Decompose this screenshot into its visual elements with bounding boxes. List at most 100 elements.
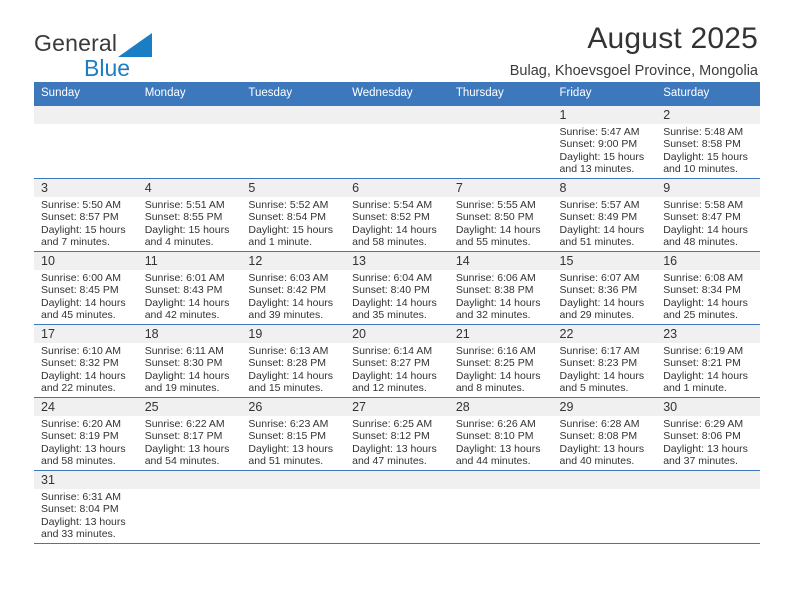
day-number — [448, 470, 553, 489]
day-detail-daylight-1: Daylight: 13 hours — [41, 515, 126, 528]
day-details: Sunrise: 6:19 AM Sunset: 8:21 PM Daylight:… — [656, 343, 760, 395]
calendar-day-cell[interactable]: 24 Sunrise: 6:20 AM Sunset: 8:19 PM Dayligh… — [34, 397, 138, 471]
day-details — [34, 124, 138, 126]
day-cell-content: 27 Sunrise: 6:25 AM Sunset: 8:12 PM Dayligh… — [345, 397, 449, 470]
calendar-day-cell[interactable]: 8 Sunrise: 5:57 AM Sunset: 8:49 PM Daylight… — [552, 178, 657, 252]
day-detail-sunrise: Sunrise: 5:50 AM — [41, 198, 121, 211]
day-cell-content — [241, 470, 346, 543]
calendar-day-cell[interactable]: 29 Sunrise: 6:28 AM Sunset: 8:08 PM Dayligh… — [552, 397, 657, 471]
day-detail-sunrise: Sunrise: 5:57 AM — [559, 198, 640, 211]
calendar-day-cell[interactable] — [448, 470, 553, 544]
calendar-day-cell[interactable]: 28 Sunrise: 6:26 AM Sunset: 8:10 PM Dayligh… — [448, 397, 553, 471]
day-cell-content — [345, 105, 449, 178]
calendar-day-cell[interactable] — [137, 105, 242, 179]
day-cell-content — [448, 105, 553, 178]
calendar-day-cell[interactable]: 14 Sunrise: 6:06 AM Sunset: 8:38 PM Dayligh… — [448, 251, 553, 325]
day-detail-daylight-1: Daylight: 14 hours — [144, 296, 230, 309]
day-details: Sunrise: 5:47 AM Sunset: 9:00 PM Daylight:… — [553, 124, 657, 176]
day-detail-sunset: Sunset: 8:47 PM — [663, 211, 741, 224]
day-detail-sunset: Sunset: 8:55 PM — [144, 211, 223, 224]
day-number: 20 — [345, 324, 449, 343]
calendar-day-cell[interactable]: 16 Sunrise: 6:08 AM Sunset: 8:34 PM Dayligh… — [656, 251, 760, 325]
calendar-day-cell[interactable]: 9 Sunrise: 5:58 AM Sunset: 8:47 PM Daylight… — [656, 178, 760, 252]
calendar-day-cell[interactable]: 21 Sunrise: 6:16 AM Sunset: 8:25 PM Dayligh… — [448, 324, 553, 398]
day-detail-sunrise: Sunrise: 6:23 AM — [248, 417, 329, 430]
calendar-day-cell[interactable] — [345, 470, 449, 544]
calendar-day-cell[interactable]: 5 Sunrise: 5:52 AM Sunset: 8:54 PM Daylight… — [241, 178, 346, 252]
day-detail-sunrise: Sunrise: 6:01 AM — [144, 271, 225, 284]
calendar-day-cell[interactable] — [552, 470, 657, 544]
day-details: Sunrise: 6:14 AM Sunset: 8:27 PM Daylight:… — [345, 343, 449, 395]
calendar-day-cell[interactable]: 18 Sunrise: 6:11 AM Sunset: 8:30 PM Dayligh… — [137, 324, 242, 398]
calendar-day-cell[interactable]: 25 Sunrise: 6:22 AM Sunset: 8:17 PM Dayligh… — [137, 397, 242, 471]
calendar-day-cell[interactable]: 1 Sunrise: 5:47 AM Sunset: 9:00 PM Daylight… — [552, 105, 657, 179]
calendar-day-cell[interactable]: 12 Sunrise: 6:03 AM Sunset: 8:42 PM Dayligh… — [241, 251, 346, 325]
day-details: Sunrise: 6:28 AM Sunset: 8:08 PM Daylight:… — [553, 416, 657, 468]
calendar-day-cell[interactable]: 19 Sunrise: 6:13 AM Sunset: 8:28 PM Dayligh… — [241, 324, 346, 398]
day-detail-daylight-2: and 19 minutes. — [144, 382, 220, 395]
day-detail-sunset: Sunset: 8:38 PM — [455, 284, 534, 297]
calendar-day-cell[interactable]: 15 Sunrise: 6:07 AM Sunset: 8:36 PM Dayligh… — [552, 251, 657, 325]
day-detail-daylight-1: Daylight: 15 hours — [41, 223, 126, 236]
calendar-day-cell[interactable]: 3 Sunrise: 5:50 AM Sunset: 8:57 PM Daylight… — [34, 178, 138, 252]
calendar-day-cell[interactable]: 26 Sunrise: 6:23 AM Sunset: 8:15 PM Dayligh… — [241, 397, 346, 471]
day-detail-sunset: Sunset: 8:58 PM — [663, 138, 741, 151]
day-detail-sunset: Sunset: 8:06 PM — [663, 430, 741, 443]
calendar-day-cell[interactable] — [241, 470, 346, 544]
day-detail-daylight-1: Daylight: 14 hours — [559, 296, 645, 309]
day-detail-sunset: Sunset: 8:43 PM — [144, 284, 223, 297]
calendar-day-cell[interactable]: 10 Sunrise: 6:00 AM Sunset: 8:45 PM Dayligh… — [34, 251, 138, 325]
day-detail-daylight-2: and 32 minutes. — [455, 309, 531, 322]
day-cell-content — [552, 470, 657, 543]
calendar-day-cell[interactable]: 13 Sunrise: 6:04 AM Sunset: 8:40 PM Dayligh… — [345, 251, 449, 325]
day-detail-daylight-1: Daylight: 14 hours — [41, 296, 126, 309]
day-detail-daylight-2: and 58 minutes. — [352, 236, 427, 249]
day-cell-content: 28 Sunrise: 6:26 AM Sunset: 8:10 PM Dayligh… — [448, 397, 553, 470]
day-detail-daylight-2: and 44 minutes. — [455, 455, 531, 468]
calendar-day-cell[interactable]: 27 Sunrise: 6:25 AM Sunset: 8:12 PM Dayligh… — [345, 397, 449, 471]
day-detail-sunrise: Sunrise: 5:52 AM — [248, 198, 329, 211]
calendar-day-cell[interactable]: 4 Sunrise: 5:51 AM Sunset: 8:55 PM Daylight… — [137, 178, 242, 252]
calendar-day-cell[interactable]: 23 Sunrise: 6:19 AM Sunset: 8:21 PM Dayligh… — [656, 324, 760, 398]
calendar-day-cell[interactable] — [345, 105, 449, 179]
day-number: 29 — [552, 397, 657, 416]
day-cell-content — [448, 470, 553, 543]
day-number: 9 — [656, 178, 760, 197]
day-detail-daylight-2: and 42 minutes. — [144, 309, 220, 322]
day-detail-sunrise: Sunrise: 6:29 AM — [663, 417, 744, 430]
day-number — [345, 470, 449, 489]
day-detail-sunset: Sunset: 8:10 PM — [455, 430, 534, 443]
calendar-day-cell[interactable]: 31 Sunrise: 6:31 AM Sunset: 8:04 PM Dayligh… — [34, 470, 138, 544]
day-detail-daylight-1: Daylight: 14 hours — [352, 296, 437, 309]
general-blue-logo[interactable]: General Blue — [34, 22, 244, 80]
day-cell-content: 11 Sunrise: 6:01 AM Sunset: 8:43 PM Dayligh… — [137, 251, 242, 324]
day-detail-daylight-2: and 51 minutes. — [559, 236, 635, 249]
day-cell-content: 8 Sunrise: 5:57 AM Sunset: 8:49 PM Daylight… — [552, 178, 657, 251]
day-details — [656, 489, 760, 491]
day-detail-daylight-2: and 35 minutes. — [352, 309, 427, 322]
calendar-day-cell[interactable]: 2 Sunrise: 5:48 AM Sunset: 8:58 PM Daylight… — [656, 105, 760, 179]
calendar-week-row: 24 Sunrise: 6:20 AM Sunset: 8:19 PM Dayligh… — [34, 397, 760, 471]
calendar-day-cell[interactable]: 17 Sunrise: 6:10 AM Sunset: 8:32 PM Dayligh… — [34, 324, 138, 398]
calendar-day-cell[interactable]: 6 Sunrise: 5:54 AM Sunset: 8:52 PM Daylight… — [345, 178, 449, 252]
day-cell-content — [34, 105, 138, 178]
calendar-day-cell[interactable]: 22 Sunrise: 6:17 AM Sunset: 8:23 PM Dayligh… — [552, 324, 657, 398]
calendar-day-cell[interactable]: 20 Sunrise: 6:14 AM Sunset: 8:27 PM Dayligh… — [345, 324, 449, 398]
calendar-day-cell[interactable]: 11 Sunrise: 6:01 AM Sunset: 8:43 PM Dayligh… — [137, 251, 242, 325]
calendar-day-cell[interactable]: 7 Sunrise: 5:55 AM Sunset: 8:50 PM Daylight… — [448, 178, 553, 252]
day-number: 10 — [34, 251, 138, 270]
calendar-week-row: 3 Sunrise: 5:50 AM Sunset: 8:57 PM Daylight… — [34, 178, 760, 252]
calendar-day-cell[interactable] — [241, 105, 346, 179]
day-detail-sunrise: Sunrise: 5:58 AM — [663, 198, 744, 211]
calendar-day-cell[interactable] — [137, 470, 242, 544]
calendar-week-row: 10 Sunrise: 6:00 AM Sunset: 8:45 PM Dayligh… — [34, 251, 760, 325]
day-details: Sunrise: 6:04 AM Sunset: 8:40 PM Daylight:… — [345, 270, 449, 322]
calendar-day-cell[interactable] — [656, 470, 760, 544]
weekday-header-monday: Monday — [137, 82, 242, 106]
day-detail-daylight-2: and 1 minute. — [248, 236, 313, 249]
calendar-day-cell[interactable] — [448, 105, 553, 179]
calendar-day-cell[interactable] — [34, 105, 138, 179]
day-number: 13 — [345, 251, 449, 270]
day-number — [656, 470, 760, 489]
calendar-day-cell[interactable]: 30 Sunrise: 6:29 AM Sunset: 8:06 PM Dayligh… — [656, 397, 760, 471]
